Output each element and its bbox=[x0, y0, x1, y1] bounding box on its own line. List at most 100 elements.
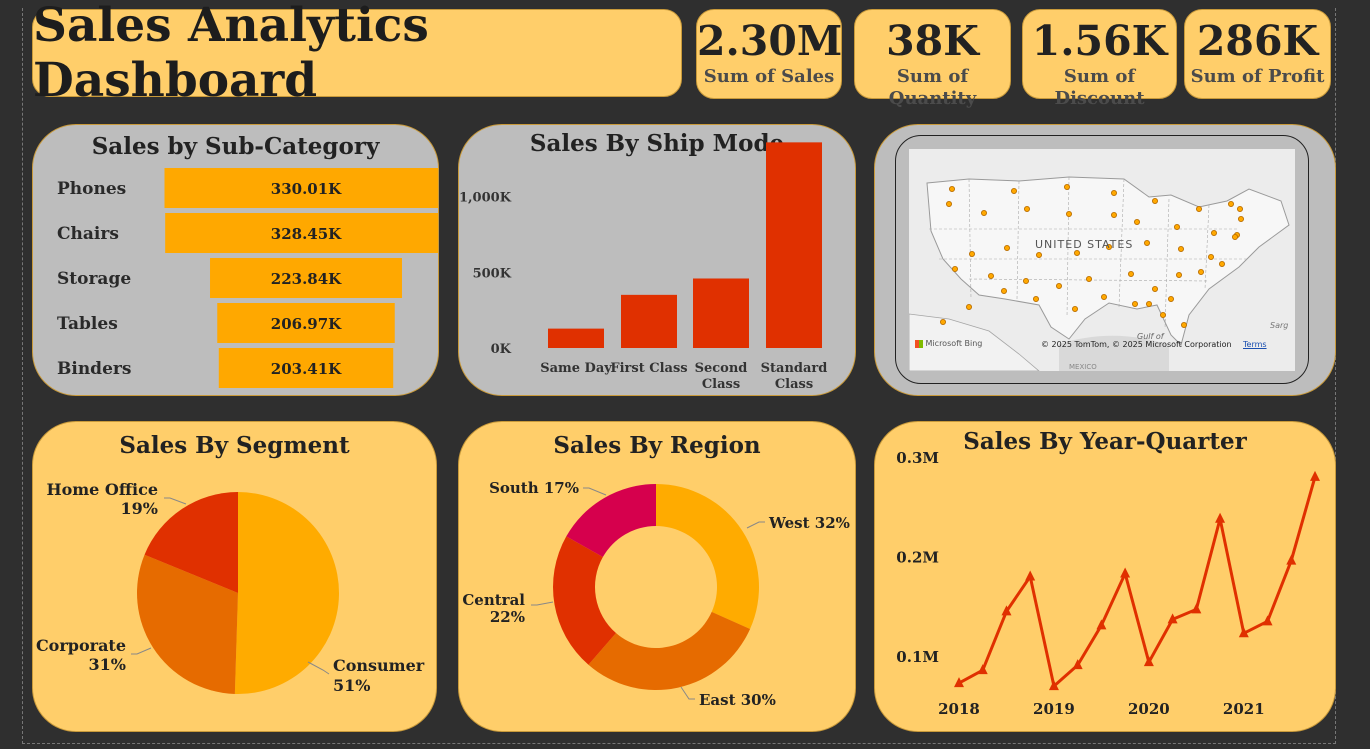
city-marker[interactable] bbox=[1210, 230, 1217, 237]
data-point[interactable] bbox=[977, 664, 988, 675]
data-point[interactable] bbox=[1262, 615, 1273, 626]
kpi-label: Sum of Sales bbox=[703, 66, 835, 87]
donut-slice[interactable] bbox=[588, 611, 751, 690]
city-marker[interactable] bbox=[1127, 271, 1134, 278]
city-marker[interactable] bbox=[1036, 252, 1043, 259]
category-label: Phones bbox=[57, 179, 126, 199]
city-marker[interactable] bbox=[1177, 246, 1184, 253]
kpi-card-sales[interactable]: 2.30M Sum of Sales bbox=[696, 9, 842, 99]
city-marker[interactable] bbox=[939, 318, 946, 325]
city-marker[interactable] bbox=[946, 201, 953, 208]
yearquarter-chart[interactable]: 0.1M 0.2M 0.3M 2018 2019 2020 2021 bbox=[875, 422, 1336, 732]
slice-label: 19% bbox=[121, 499, 158, 518]
city-marker[interactable] bbox=[1110, 212, 1117, 219]
city-marker[interactable] bbox=[952, 266, 959, 273]
city-marker[interactable] bbox=[1033, 295, 1040, 302]
city-marker[interactable] bbox=[1071, 305, 1078, 312]
city-marker[interactable] bbox=[1197, 269, 1204, 276]
city-marker[interactable] bbox=[1073, 250, 1080, 257]
city-marker[interactable] bbox=[1100, 293, 1107, 300]
city-marker[interactable] bbox=[1227, 201, 1234, 208]
kpi-value: 1.56K bbox=[1031, 17, 1168, 65]
leader-line bbox=[531, 601, 554, 606]
bar[interactable] bbox=[548, 328, 604, 348]
subcategory-card[interactable]: Sales by Sub-Category Phones 330.01K Chair… bbox=[32, 124, 439, 396]
slice-label: South 17% bbox=[489, 479, 579, 497]
city-marker[interactable] bbox=[1218, 261, 1225, 268]
city-marker[interactable] bbox=[969, 251, 976, 258]
city-marker[interactable] bbox=[1131, 300, 1138, 307]
data-point[interactable] bbox=[1215, 512, 1226, 523]
data-point[interactable] bbox=[1025, 570, 1036, 581]
kpi-card-profit[interactable]: 286K Sum of Profit bbox=[1184, 9, 1331, 99]
city-marker[interactable] bbox=[1151, 285, 1158, 292]
data-point[interactable] bbox=[1286, 554, 1297, 565]
city-marker[interactable] bbox=[1236, 206, 1243, 213]
kpi-card-quantity[interactable]: 38K Sum of Quantity bbox=[854, 9, 1011, 109]
kpi-card-discount[interactable]: 1.56K Sum of Discount bbox=[1022, 9, 1177, 109]
city-marker[interactable] bbox=[1063, 184, 1070, 191]
slice-label: 51% bbox=[333, 676, 370, 695]
city-marker[interactable] bbox=[1237, 216, 1244, 223]
city-marker[interactable] bbox=[981, 210, 988, 217]
city-marker[interactable] bbox=[1231, 234, 1238, 241]
segment-chart[interactable]: Consumer51% Corporate31% Home Office19% bbox=[33, 422, 437, 732]
city-marker[interactable] bbox=[1167, 295, 1174, 302]
segment-card[interactable]: Sales By Segment Consumer 51% Corporate 31%… bbox=[32, 421, 437, 732]
map-view[interactable]: UNITED STATES Gulf of Sarg Microsoft Bin… bbox=[909, 149, 1295, 371]
us-map[interactable] bbox=[909, 149, 1295, 371]
city-marker[interactable] bbox=[1001, 287, 1008, 294]
yearquarter-card[interactable]: Sales By Year-Quarter 0.1M 0.2M 0.3M 2018 20… bbox=[874, 421, 1336, 732]
bar[interactable] bbox=[693, 278, 749, 348]
data-label: 203.41K bbox=[271, 360, 342, 378]
map-frame: UNITED STATES Gulf of Sarg Microsoft Bin… bbox=[895, 135, 1309, 384]
data-point[interactable] bbox=[1191, 603, 1202, 614]
city-marker[interactable] bbox=[1143, 240, 1150, 247]
city-marker[interactable] bbox=[1159, 311, 1166, 318]
slice-label: 22% bbox=[490, 608, 525, 626]
city-marker[interactable] bbox=[1133, 219, 1140, 226]
pie-slice[interactable] bbox=[234, 492, 339, 694]
x-tick-label: Second bbox=[695, 361, 748, 376]
map-mexico-label: MEXICO bbox=[1069, 363, 1097, 371]
data-point[interactable] bbox=[1120, 567, 1131, 578]
data-label: 223.84K bbox=[271, 270, 342, 288]
city-marker[interactable] bbox=[1173, 224, 1180, 231]
bar[interactable] bbox=[766, 142, 822, 348]
map-card[interactable]: UNITED STATES Gulf of Sarg Microsoft Bin… bbox=[874, 124, 1336, 396]
city-marker[interactable] bbox=[1180, 321, 1187, 328]
city-marker[interactable] bbox=[1065, 211, 1072, 218]
city-marker[interactable] bbox=[1145, 300, 1152, 307]
leader-line bbox=[746, 521, 765, 529]
city-marker[interactable] bbox=[1011, 188, 1018, 195]
city-marker[interactable] bbox=[988, 273, 995, 280]
city-marker[interactable] bbox=[1024, 206, 1031, 213]
data-label: 206.97K bbox=[271, 315, 342, 333]
kpi-value: 2.30M bbox=[697, 17, 843, 65]
city-marker[interactable] bbox=[966, 303, 973, 310]
shipmode-chart[interactable]: 0K500K1,000KSame DayFirst Class SecondCla… bbox=[459, 125, 856, 396]
city-marker[interactable] bbox=[1151, 198, 1158, 205]
subcategory-chart[interactable]: Phones 330.01K Chairs 328.45K Storage 223.84K… bbox=[33, 125, 439, 396]
city-marker[interactable] bbox=[1023, 277, 1030, 284]
city-marker[interactable] bbox=[1207, 254, 1214, 261]
slice-label: 31% bbox=[89, 655, 126, 674]
bar[interactable] bbox=[621, 294, 677, 348]
region-chart[interactable]: West 32% East 30% Central22% South 17% bbox=[459, 422, 856, 732]
shipmode-card[interactable]: Sales By Ship Mode 0K 500K 1,000K Same Day F… bbox=[458, 124, 856, 396]
map-terms-link[interactable]: Terms bbox=[1243, 340, 1267, 349]
y-tick-label: 0.2M bbox=[896, 549, 939, 567]
city-marker[interactable] bbox=[949, 186, 956, 193]
donut-slice[interactable] bbox=[656, 484, 759, 629]
city-marker[interactable] bbox=[1004, 245, 1011, 252]
city-marker[interactable] bbox=[1110, 190, 1117, 197]
x-tick-label: Standard bbox=[761, 361, 828, 376]
city-marker[interactable] bbox=[1175, 272, 1182, 279]
city-marker[interactable] bbox=[1085, 276, 1092, 283]
data-point[interactable] bbox=[1310, 470, 1320, 481]
slice-label: Corporate bbox=[36, 636, 126, 655]
city-marker[interactable] bbox=[1055, 282, 1062, 289]
y-tick-label: 1,000K bbox=[459, 191, 512, 206]
region-card[interactable]: Sales By Region West 32% East 30% Central 2… bbox=[458, 421, 856, 732]
city-marker[interactable] bbox=[1195, 206, 1202, 213]
